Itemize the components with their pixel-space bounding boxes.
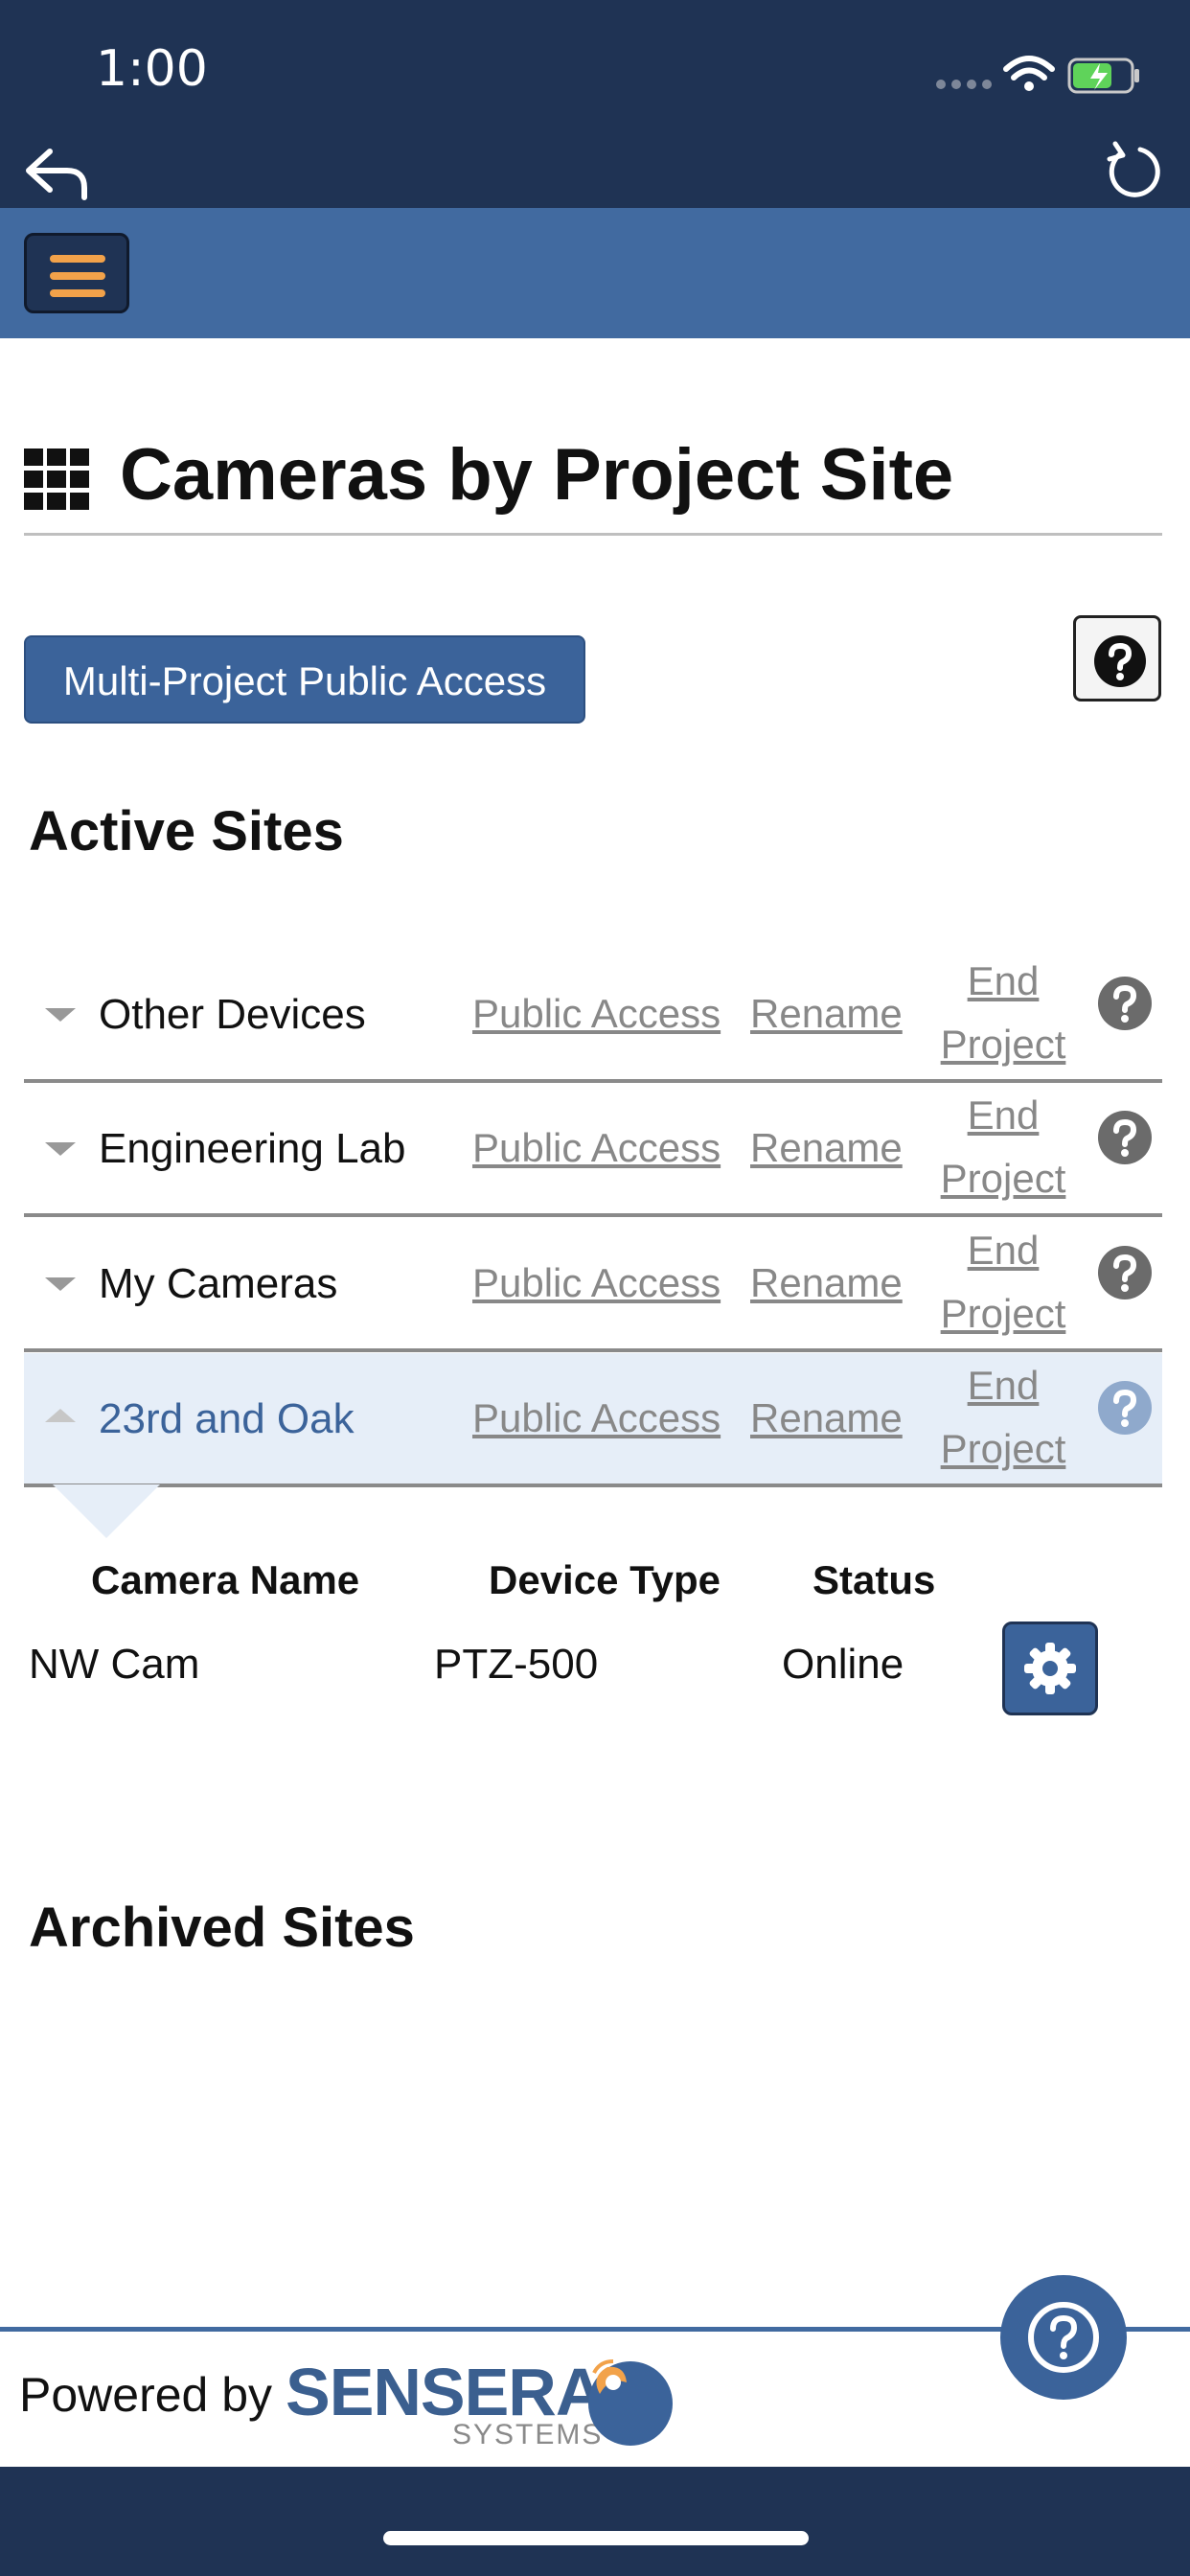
status-time: 1:00 bbox=[96, 40, 208, 98]
status-icons bbox=[936, 56, 1139, 94]
site-name[interactable]: My Cameras bbox=[99, 1260, 337, 1308]
rename-link[interactable]: Rename bbox=[750, 1125, 903, 1171]
end-project-link[interactable]: Project bbox=[936, 1291, 1070, 1337]
site-row-other-devices[interactable]: Other Devices Public Access Rename End P… bbox=[24, 949, 1162, 1083]
question-circle-icon[interactable] bbox=[1097, 976, 1153, 1031]
site-row-engineering-lab[interactable]: Engineering Lab Public Access Rename End… bbox=[24, 1083, 1162, 1217]
caret-down-icon[interactable] bbox=[45, 1277, 76, 1291]
column-header-device-type: Device Type bbox=[489, 1557, 721, 1602]
site-name[interactable]: Engineering Lab bbox=[99, 1125, 405, 1173]
grid-icon bbox=[24, 448, 89, 510]
camera-name-cell: NW Cam bbox=[29, 1641, 200, 1688]
caret-up-icon[interactable] bbox=[45, 1409, 76, 1422]
sensera-logo-icon bbox=[588, 2359, 673, 2446]
column-header-camera-name: Camera Name bbox=[91, 1557, 360, 1602]
archived-sites-heading: Archived Sites bbox=[29, 1897, 415, 1959]
expanded-pointer bbox=[53, 1484, 160, 1538]
end-project-link[interactable]: End bbox=[936, 1228, 1070, 1274]
powered-by-label: Powered by bbox=[19, 2368, 273, 2422]
wifi-icon bbox=[1003, 56, 1055, 91]
title-divider bbox=[24, 533, 1162, 536]
battery-icon bbox=[1067, 58, 1139, 94]
question-circle-icon[interactable] bbox=[1097, 1245, 1153, 1300]
column-header-status: Status bbox=[812, 1557, 936, 1602]
camera-settings-button[interactable] bbox=[1002, 1622, 1098, 1715]
question-circle-icon bbox=[1028, 2302, 1099, 2373]
end-project-link[interactable]: Project bbox=[936, 1426, 1070, 1472]
signal-icon bbox=[936, 80, 992, 89]
public-access-link[interactable]: Public Access bbox=[472, 1260, 721, 1306]
help-icon bbox=[1094, 635, 1146, 687]
multi-project-public-access-button[interactable]: Multi-Project Public Access bbox=[24, 635, 585, 724]
end-project-link[interactable]: Project bbox=[936, 1022, 1070, 1068]
end-project-link[interactable]: End bbox=[936, 1092, 1070, 1138]
site-name[interactable]: Other Devices bbox=[99, 991, 366, 1039]
bottom-bar bbox=[0, 2467, 1190, 2576]
active-sites-heading: Active Sites bbox=[29, 800, 344, 862]
home-indicator[interactable] bbox=[383, 2531, 809, 2545]
end-project-link[interactable]: End bbox=[936, 958, 1070, 1004]
caret-down-icon[interactable] bbox=[45, 1142, 76, 1156]
site-row-my-cameras[interactable]: My Cameras Public Access Rename End Proj… bbox=[24, 1218, 1162, 1352]
site-name[interactable]: 23rd and Oak bbox=[99, 1395, 355, 1443]
end-project-link[interactable]: End bbox=[936, 1363, 1070, 1409]
refresh-icon[interactable] bbox=[1102, 140, 1163, 201]
app-header-bar bbox=[0, 208, 1190, 338]
question-circle-icon[interactable] bbox=[1097, 1110, 1153, 1165]
end-project-link[interactable]: Project bbox=[936, 1156, 1070, 1202]
rename-link[interactable]: Rename bbox=[750, 1260, 903, 1306]
top-navigation-bar: 1:00 bbox=[0, 0, 1190, 208]
public-access-link[interactable]: Public Access bbox=[472, 1125, 721, 1171]
public-access-link[interactable]: Public Access bbox=[472, 991, 721, 1037]
question-circle-icon[interactable] bbox=[1097, 1380, 1153, 1436]
status-cell: Online bbox=[782, 1641, 904, 1688]
rename-link[interactable]: Rename bbox=[750, 991, 903, 1037]
help-button[interactable] bbox=[1073, 615, 1161, 702]
rename-link[interactable]: Rename bbox=[750, 1395, 903, 1441]
caret-down-icon[interactable] bbox=[45, 1008, 76, 1022]
hamburger-menu-icon[interactable] bbox=[24, 233, 129, 313]
floating-help-button[interactable] bbox=[1000, 2275, 1127, 2400]
gear-icon bbox=[1024, 1643, 1076, 1694]
public-access-link[interactable]: Public Access bbox=[472, 1395, 721, 1441]
site-row-23rd-and-oak[interactable]: 23rd and Oak Public Access Rename End Pr… bbox=[24, 1353, 1162, 1487]
page-title: Cameras by Project Site bbox=[120, 434, 954, 516]
back-arrow-icon[interactable] bbox=[21, 142, 92, 203]
device-type-cell: PTZ-500 bbox=[434, 1641, 599, 1688]
